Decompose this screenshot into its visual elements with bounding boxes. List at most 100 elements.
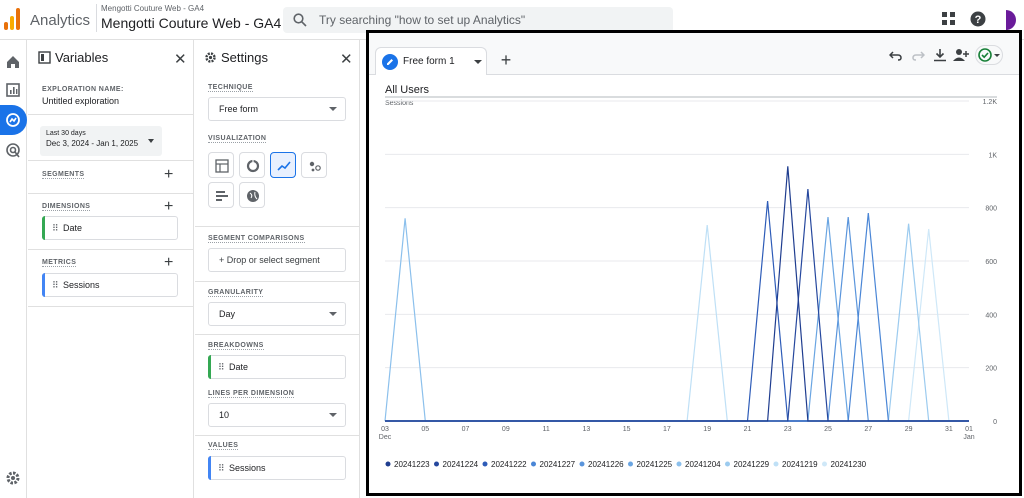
x-tick-label: 31 xyxy=(945,426,953,433)
x-tick-label: 29 xyxy=(905,426,913,433)
drag-handle-icon[interactable]: ⠿ xyxy=(218,457,225,479)
settings-close-icon[interactable]: ✕ xyxy=(340,50,353,68)
granularity-value: Day xyxy=(219,309,236,319)
y-tick-label: 0 xyxy=(993,419,997,426)
help-icon[interactable]: ? xyxy=(970,11,986,27)
lines-per-dimension-label: LINES PER DIMENSION xyxy=(208,390,295,398)
drag-handle-icon[interactable]: ⠿ xyxy=(218,356,225,378)
legend-item: 20241222 xyxy=(491,460,527,469)
legend-item: 20241226 xyxy=(588,460,624,469)
x-tick-label: 09 xyxy=(502,426,510,433)
metric-chip-sessions[interactable]: ⠿ Sessions xyxy=(42,273,178,297)
variables-icon xyxy=(38,51,51,64)
segment-comparisons-label: SEGMENT COMPARISONS xyxy=(208,235,305,243)
legend-item: 20241227 xyxy=(540,460,576,469)
viz-bar-button[interactable] xyxy=(208,182,234,208)
value-label: Sessions xyxy=(229,463,266,473)
viz-table-button[interactable] xyxy=(208,152,234,178)
x-tick-label: 01 xyxy=(965,426,973,433)
dimension-label: Date xyxy=(63,223,83,233)
lines-per-dimension-value: 10 xyxy=(219,410,230,420)
explore-icon[interactable] xyxy=(3,110,23,130)
metrics-label: METRICS xyxy=(42,259,77,267)
value-chip-sessions[interactable]: ⠿ Sessions xyxy=(208,456,346,480)
values-label: VALUES xyxy=(208,442,239,450)
viz-geo-button[interactable] xyxy=(239,182,265,208)
series-line-20241227 xyxy=(385,212,969,422)
x-tick-label: 07 xyxy=(462,426,470,433)
date-range-label: Last 30 days xyxy=(46,130,86,137)
settings-gear-icon[interactable] xyxy=(3,468,23,488)
x-tick-label: 25 xyxy=(824,426,832,433)
legend-item: 20241229 xyxy=(734,460,770,469)
variables-title: Variables xyxy=(55,50,109,65)
chevron-down-icon xyxy=(148,139,154,143)
exploration-name-input[interactable]: Untitled exploration xyxy=(42,96,119,106)
legend-swatch xyxy=(434,461,439,467)
legend-item: 20241230 xyxy=(831,460,867,469)
y-tick-label: 1K xyxy=(988,152,997,159)
search-input[interactable] xyxy=(319,11,659,29)
series-line-20241224 xyxy=(385,188,969,422)
series-line-20241204 xyxy=(384,218,969,422)
legend-item: 20241224 xyxy=(443,460,479,469)
dimension-chip-date[interactable]: ⠿ Date xyxy=(42,216,178,240)
globe-icon xyxy=(247,190,259,202)
technique-select[interactable]: Free form xyxy=(208,97,346,121)
chevron-down-icon xyxy=(329,107,337,111)
add-segment-button[interactable]: + xyxy=(164,167,173,183)
property-name: Mengotti Couture Web - GA4 xyxy=(101,15,282,31)
viz-donut-button[interactable] xyxy=(239,152,265,178)
series-line-20241222 xyxy=(385,200,969,422)
legend-item: 20241223 xyxy=(394,460,430,469)
add-dimension-button[interactable]: + xyxy=(164,199,173,215)
line-chart-icon xyxy=(277,161,291,171)
date-range-selector[interactable]: Last 30 days Dec 3, 2024 - Jan 1, 2025 xyxy=(40,126,162,156)
technique-value: Free form xyxy=(219,104,259,114)
property-selector[interactable]: Mengotti Couture Web - GA4 Mengotti Cout… xyxy=(96,4,281,32)
series-line-20241226 xyxy=(385,216,969,422)
breakdown-chip-date[interactable]: ⠿ Date xyxy=(208,355,346,379)
viz-scatter-button[interactable] xyxy=(301,152,327,178)
drag-handle-icon[interactable]: ⠿ xyxy=(52,217,59,239)
x-tick-label: 19 xyxy=(703,426,711,433)
y-tick-label: 200 xyxy=(985,366,997,373)
analytics-logo-icon[interactable] xyxy=(4,8,22,30)
series-line-20241229 xyxy=(385,223,969,422)
chevron-down-icon xyxy=(329,312,337,316)
settings-title: Settings xyxy=(221,50,268,65)
settings-panel: Settings ✕ TECHNIQUE Free form VISUALIZA… xyxy=(195,40,360,498)
y-tick-label: 1.2K xyxy=(983,99,998,106)
viz-line-button[interactable] xyxy=(270,152,296,178)
legend-swatch xyxy=(725,461,730,467)
breakdowns-label: BREAKDOWNS xyxy=(208,342,264,350)
drag-handle-icon[interactable]: ⠿ xyxy=(52,274,59,296)
legend-swatch xyxy=(628,461,633,467)
add-metric-button[interactable]: + xyxy=(164,255,173,271)
legend-swatch xyxy=(822,461,827,467)
x-tick-sublabel: Jan xyxy=(963,434,974,441)
date-range-value: Dec 3, 2024 - Jan 1, 2025 xyxy=(46,139,139,148)
y-tick-label: 400 xyxy=(985,312,997,319)
variables-close-icon[interactable]: ✕ xyxy=(174,50,187,68)
x-tick-label: 27 xyxy=(864,426,872,433)
exploration-canvas: Free form 1 + All Users Sessions 0 200 400 6… xyxy=(366,30,1022,496)
legend-item: 20241204 xyxy=(685,460,721,469)
x-tick-label: 21 xyxy=(744,426,752,433)
legend-swatch xyxy=(773,461,779,467)
home-icon[interactable] xyxy=(3,52,23,72)
granularity-select[interactable]: Day xyxy=(208,302,346,326)
left-nav xyxy=(0,40,27,498)
x-tick-label: 13 xyxy=(582,426,590,433)
advertising-icon[interactable] xyxy=(3,140,23,160)
reports-icon[interactable] xyxy=(3,80,23,100)
x-tick-label: 23 xyxy=(784,426,792,433)
apps-grid-icon[interactable] xyxy=(942,12,956,26)
lines-per-dimension-select[interactable]: 10 xyxy=(208,403,346,427)
series-line-20241223 xyxy=(385,166,969,422)
property-account: Mengotti Couture Web - GA4 xyxy=(101,4,205,13)
legend-swatch xyxy=(676,461,682,467)
segment-drop-zone[interactable]: + Drop or select segment xyxy=(208,248,346,272)
legend-swatch xyxy=(579,461,585,467)
account-avatar[interactable] xyxy=(1006,10,1016,30)
